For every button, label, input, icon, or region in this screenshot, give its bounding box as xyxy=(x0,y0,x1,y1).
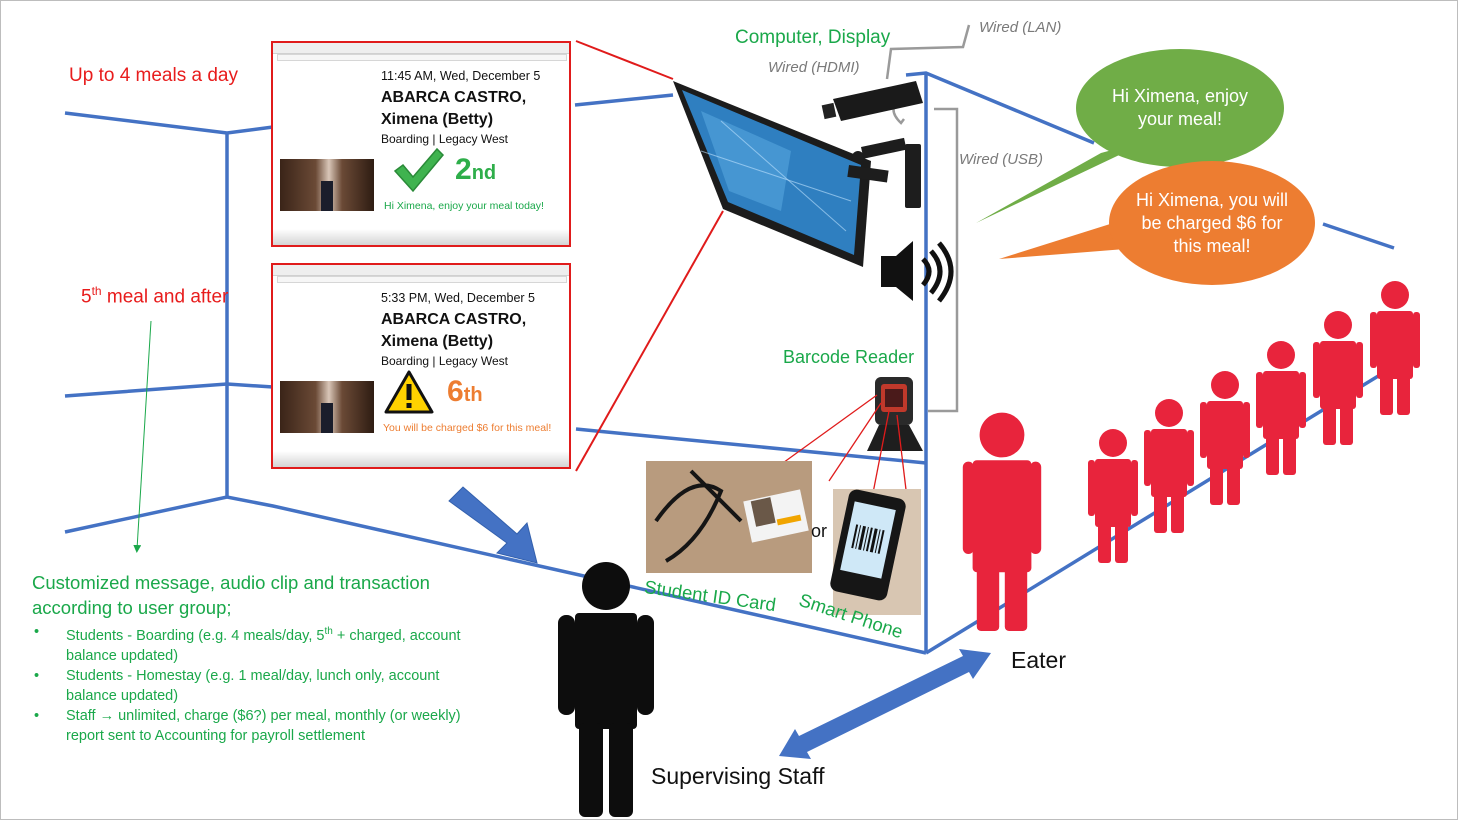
card-name-line2: Ximena (Betty) xyxy=(381,111,494,128)
browser-chrome xyxy=(273,43,569,54)
speaker-icon xyxy=(881,241,954,303)
supervising-staff-label: Supervising Staff xyxy=(651,763,825,789)
browser-bottom xyxy=(273,451,569,467)
browser-url-bar xyxy=(277,276,567,283)
list-item-text: Students - Boarding (e.g. 4 meals/day, 5 xyxy=(66,627,325,644)
wired-lan-label: Wired (LAN) xyxy=(979,19,1062,36)
computer-stick-icon xyxy=(821,81,923,121)
description-list: Students - Boarding (e.g. 4 meals/day, 5… xyxy=(32,622,492,746)
rule-fifth-rest: meal and after xyxy=(101,286,229,308)
user-group-description: Customized message, audio clip and trans… xyxy=(32,570,492,746)
card-meal-ordinal: 2nd xyxy=(455,153,496,187)
student-photo xyxy=(280,159,374,211)
list-item: Students - Homestay (e.g. 1 meal/day, lu… xyxy=(34,666,492,706)
diagram-canvas: Up to 4 meals a day 5th meal and after 1… xyxy=(0,0,1458,820)
card-ordinal-number: 6 xyxy=(447,375,464,408)
description-heading: Customized message, audio clip and trans… xyxy=(32,572,430,618)
card-meal-ordinal: 6th xyxy=(447,375,483,409)
card-ordinal-number: 2 xyxy=(455,153,472,186)
person-icon xyxy=(1313,311,1363,445)
usb-bracket xyxy=(928,107,959,413)
browser-chrome xyxy=(273,265,569,276)
staff-arrow-icon xyxy=(448,486,538,564)
card-timestamp: 11:45 AM, Wed, December 5 xyxy=(381,69,541,83)
card-ordinal-suffix: nd xyxy=(471,162,497,184)
wired-hdmi-label: Wired (HDMI) xyxy=(768,59,860,76)
card-name-line2: Ximena (Betty) xyxy=(381,333,494,350)
screen-card-6th-meal: 5:33 PM, Wed, December 5 ABARCA CASTRO, X… xyxy=(271,263,571,469)
list-item-text: Staff xyxy=(66,707,100,724)
card-ordinal-suffix: th xyxy=(463,384,483,406)
student-id-card-image xyxy=(646,461,812,573)
rule-up-to-four-label: Up to 4 meals a day xyxy=(69,65,238,86)
person-icon xyxy=(962,412,1042,631)
orange-speech-bubble: Hi Ximena, you will be charged $6 for th… xyxy=(1109,161,1315,285)
list-item: Staff → unlimited, charge ($6?) per meal… xyxy=(34,706,492,746)
card-student-name: ABARCA CASTRO, Ximena (Betty) xyxy=(381,309,526,353)
double-arrow-icon xyxy=(779,649,991,759)
person-icon xyxy=(1200,371,1250,505)
barcode-reader-label: Barcode Reader xyxy=(783,347,915,367)
browser-bottom xyxy=(273,229,569,245)
list-item-sup: th xyxy=(324,626,333,637)
list-item-text: unlimited, charge ($6?) per meal, monthl… xyxy=(66,707,461,744)
card-name-line1: ABARCA CASTRO, xyxy=(381,89,527,106)
card-timestamp: 5:33 PM, Wed, December 5 xyxy=(381,291,536,305)
right-arrow-icon: → xyxy=(99,707,115,724)
eater-queue xyxy=(962,281,1420,631)
card-student-name: ABARCA CASTRO, Ximena (Betty) xyxy=(381,87,526,131)
student-photo xyxy=(280,381,374,433)
computer-display-label: Computer, Display xyxy=(735,27,891,48)
card-name-line1: ABARCA CASTRO, xyxy=(381,311,527,328)
list-item: Students - Boarding (e.g. 4 meals/day, 5… xyxy=(34,622,492,666)
person-icon xyxy=(1088,429,1138,563)
card-message: Hi Ximena, enjoy your meal today! xyxy=(384,200,544,212)
eater-label: Eater xyxy=(1011,647,1066,673)
rule-fifth-meal-label: 5th meal and after xyxy=(81,284,228,308)
warning-icon xyxy=(384,370,434,414)
barcode-scanner-icon xyxy=(867,377,923,451)
rule-fifth-suffix: th xyxy=(91,284,102,298)
rule-fifth-number: 5 xyxy=(81,286,92,308)
person-icon xyxy=(1256,341,1306,475)
card-user-group: Boarding | Legacy West xyxy=(381,354,508,368)
lan-cable xyxy=(885,24,971,80)
green-speech-bubble: Hi Ximena, enjoy your meal! xyxy=(1076,49,1284,167)
person-icon xyxy=(1370,281,1420,415)
smart-phone-image xyxy=(830,489,921,615)
browser-url-bar xyxy=(277,54,567,61)
check-icon xyxy=(393,147,445,193)
wired-usb-label: Wired (USB) xyxy=(959,151,1044,168)
card-user-group: Boarding | Legacy West xyxy=(381,132,508,146)
card-message: You will be charged $6 for this meal! xyxy=(383,422,552,434)
supervising-staff-person-icon xyxy=(558,562,654,817)
screen-card-2nd-meal: 11:45 AM, Wed, December 5 ABARCA CASTRO,… xyxy=(271,41,571,247)
or-label: or xyxy=(811,521,828,541)
